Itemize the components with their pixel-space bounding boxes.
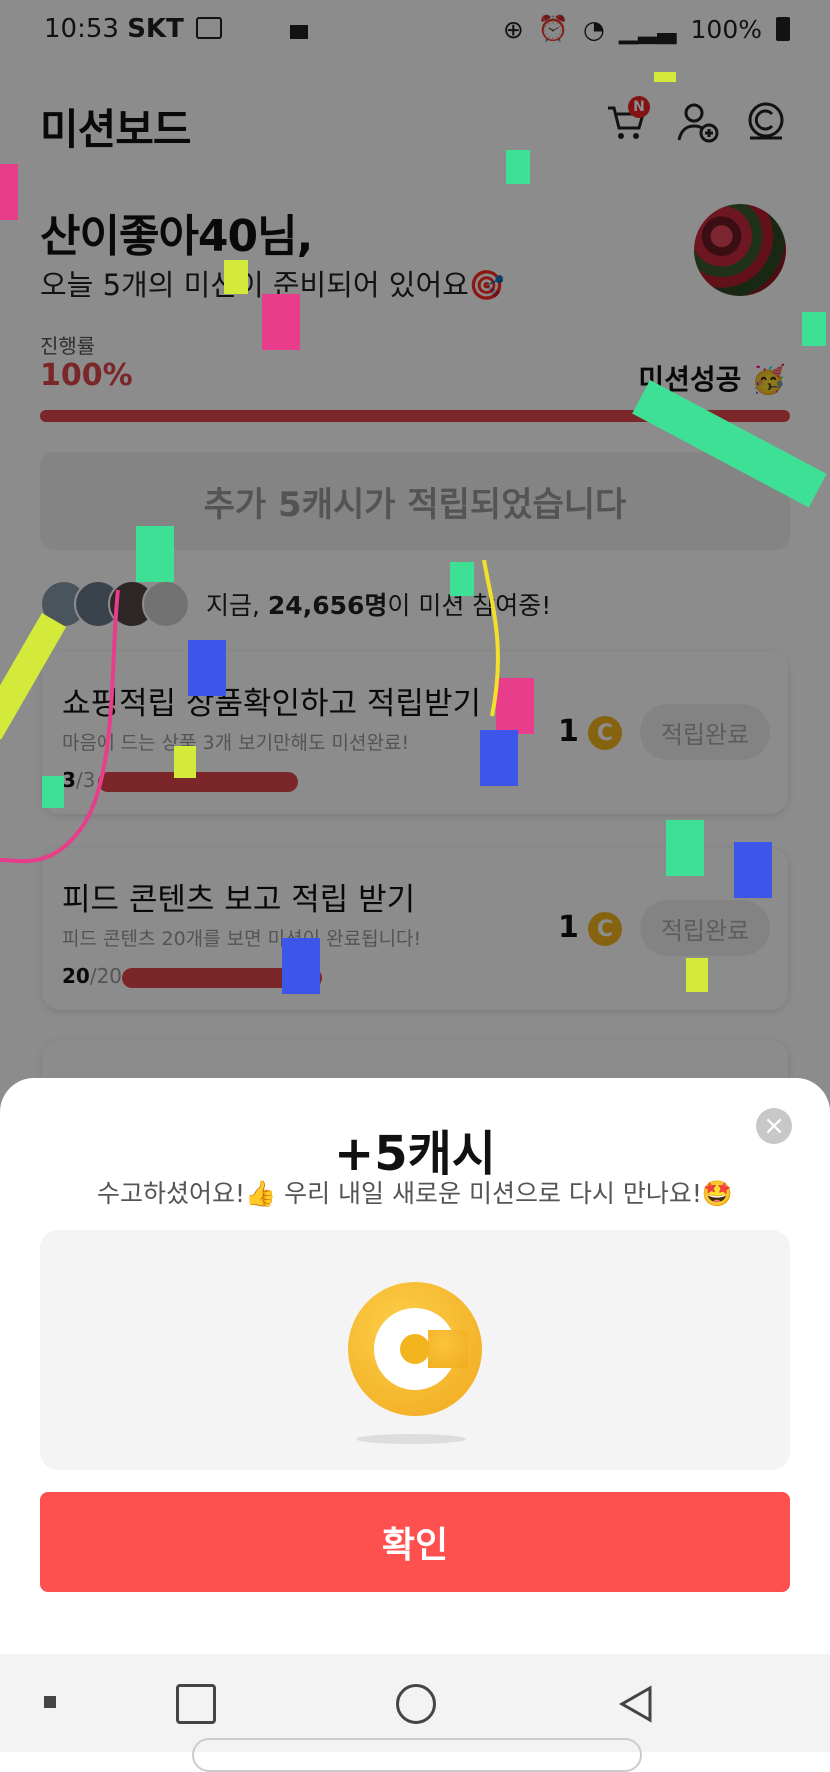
reward-modal: +5캐시 × 수고하셨어요!👍 우리 내일 새로운 미션으로 다시 만나요!🤩 … xyxy=(0,1078,830,1658)
status-bar-dim xyxy=(0,0,830,62)
coin-icon xyxy=(348,1282,482,1416)
close-icon: × xyxy=(763,1111,785,1141)
confetti-streamer xyxy=(482,559,500,717)
confirm-button[interactable]: 확인 xyxy=(40,1492,790,1592)
coin-shadow xyxy=(356,1434,466,1444)
home-button[interactable] xyxy=(396,1684,436,1724)
gesture-handle xyxy=(192,1738,642,1772)
confetti-streamer xyxy=(0,589,120,864)
close-button[interactable]: × xyxy=(756,1108,792,1144)
overview-button[interactable] xyxy=(176,1684,216,1724)
recent-apps-dot-icon[interactable] xyxy=(44,1696,56,1708)
navigation-bar xyxy=(0,1654,830,1772)
back-button[interactable] xyxy=(618,1684,654,1724)
modal-subtitle: 수고하셨어요!👍 우리 내일 새로운 미션으로 다시 만나요!🤩 xyxy=(97,1179,733,1208)
reward-image-box xyxy=(40,1230,790,1470)
